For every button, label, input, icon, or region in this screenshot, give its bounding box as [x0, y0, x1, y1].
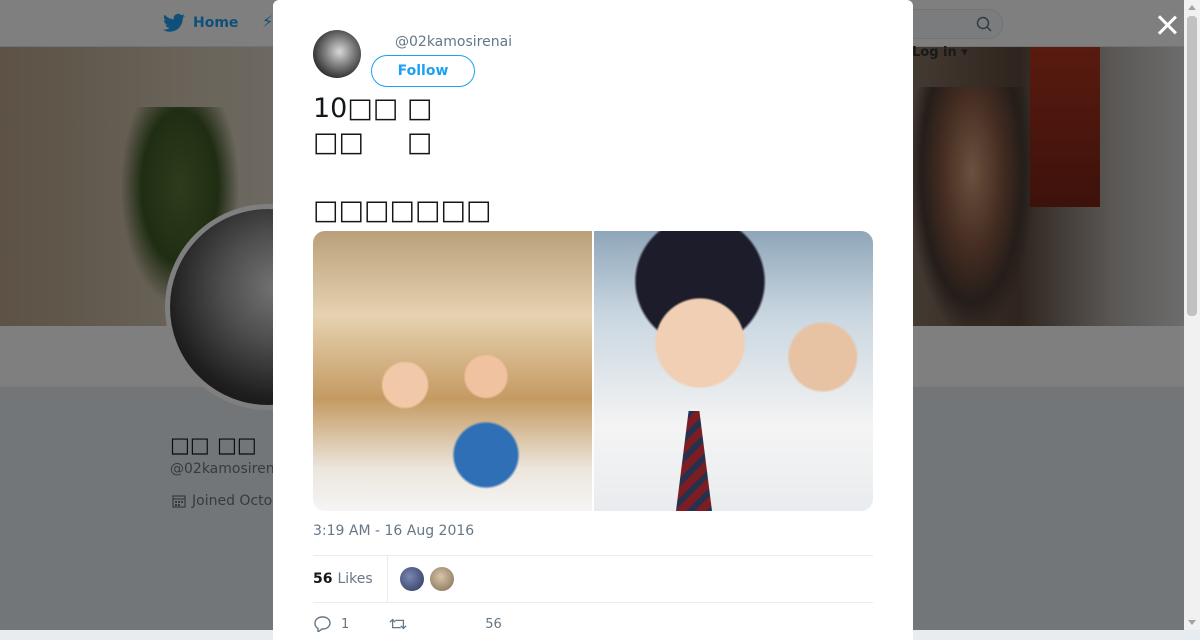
divider [313, 602, 873, 603]
reply-count: 1 [341, 616, 350, 632]
likes-row: 56 Likes [313, 556, 873, 602]
tweet-photo-selfie[interactable] [594, 231, 873, 511]
like-button[interactable]: 56 [485, 617, 502, 632]
like-action-count: 56 [485, 616, 502, 632]
scroll-up-arrow-icon[interactable] [1188, 5, 1196, 10]
likes-number: 56 [313, 571, 333, 587]
photo-tie [676, 411, 712, 511]
tweet-media [313, 231, 873, 511]
liker-avatar[interactable] [399, 567, 424, 591]
tweet-actions: 1 56 [313, 614, 542, 634]
close-icon[interactable] [1154, 12, 1180, 38]
scroll-down-arrow-icon[interactable] [1188, 620, 1196, 625]
scrollbar-thumb[interactable] [1187, 16, 1197, 316]
tweet-timestamp[interactable]: 3:19 AM - 16 Aug 2016 [313, 523, 474, 539]
liker-avatar[interactable] [429, 567, 454, 591]
tweet-author-avatar[interactable] [313, 30, 361, 78]
tweet-photo-kindergarten[interactable] [313, 231, 592, 511]
likes-label: Likes [337, 571, 373, 587]
tweet-author-handle[interactable]: @02kamosirenai [395, 34, 512, 50]
page-scrollbar[interactable] [1184, 0, 1200, 630]
tweet-modal: @02kamosirenai Follow 10□□ □ □□ □ □□□□□□… [273, 0, 913, 640]
likes-count[interactable]: 56 Likes [313, 556, 388, 602]
follow-button[interactable]: Follow [371, 55, 475, 87]
tweet-text: 10□□ □ □□ □ □□□□□□□ [313, 93, 492, 226]
